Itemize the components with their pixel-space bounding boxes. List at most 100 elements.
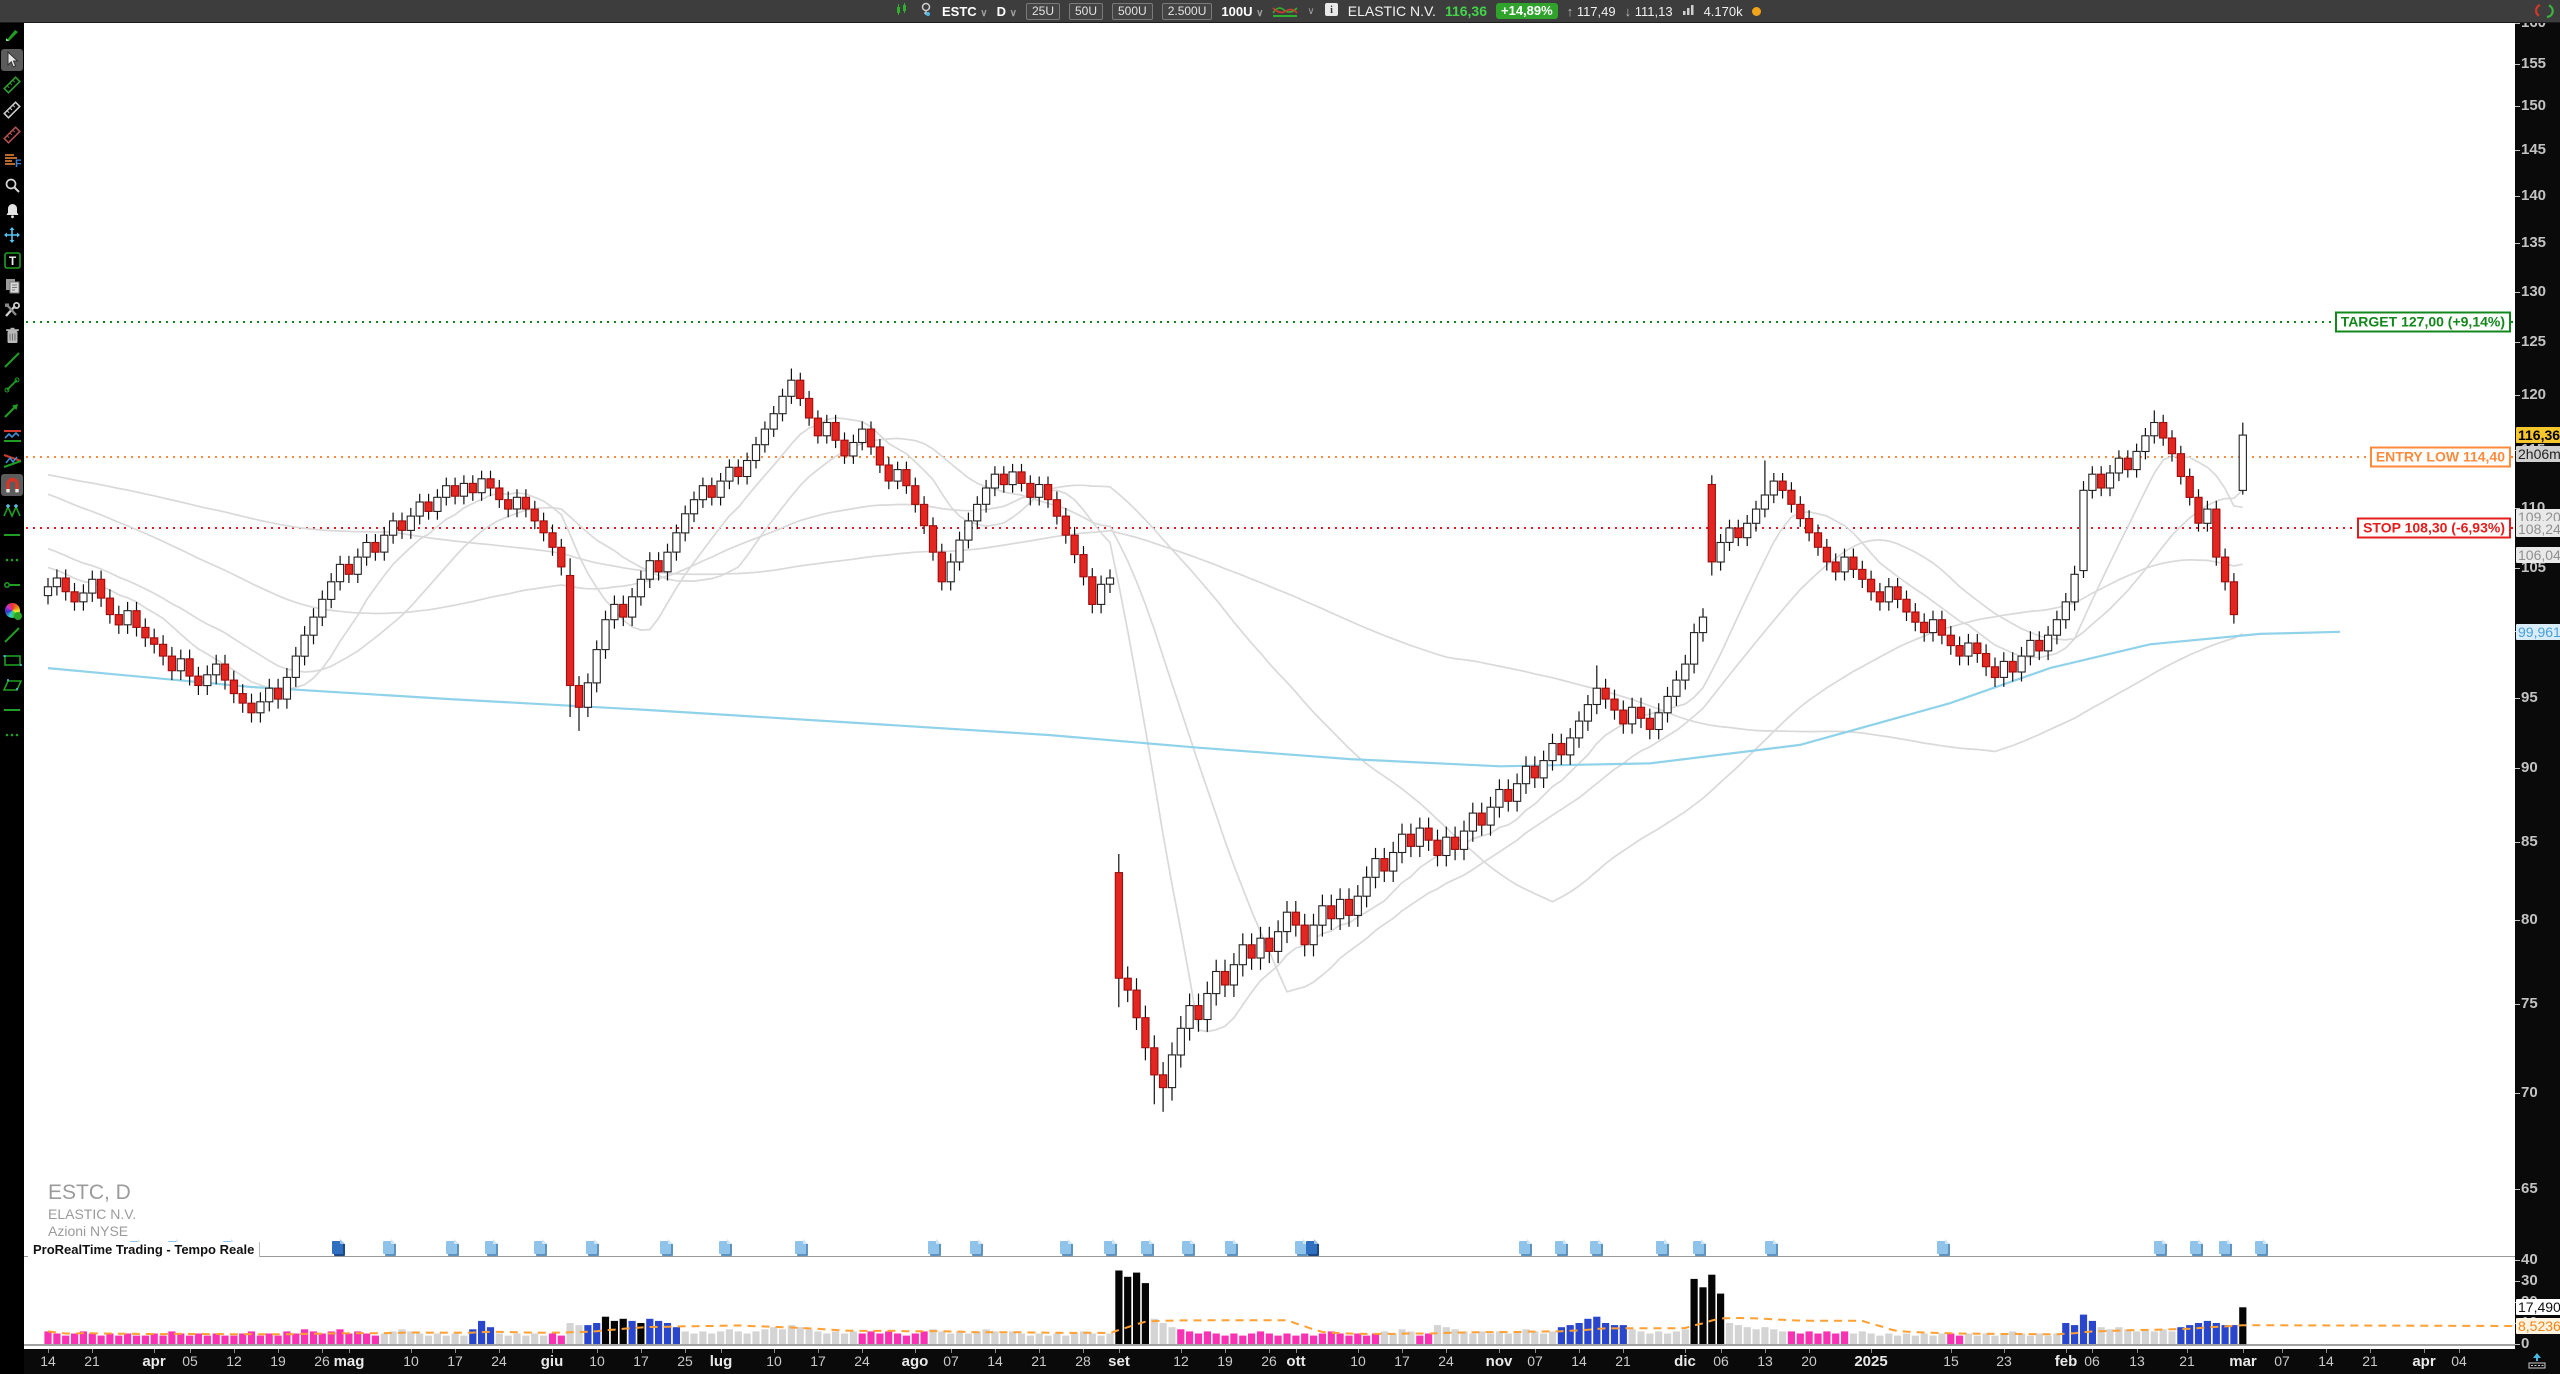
oblique-line-icon[interactable] bbox=[1, 624, 23, 646]
scroll-to-latest-icon[interactable] bbox=[2526, 1352, 2548, 1374]
ruler-light-icon[interactable] bbox=[1, 99, 23, 121]
chart-canvas[interactable] bbox=[0, 0, 2560, 1374]
triangle-pattern-icon[interactable] bbox=[1, 449, 23, 471]
axis-tick bbox=[2515, 698, 2520, 699]
news-doc-icon[interactable] bbox=[446, 1241, 457, 1254]
rectangle-tool-icon[interactable] bbox=[1, 649, 23, 671]
news-doc-icon[interactable] bbox=[1295, 1241, 1306, 1254]
indicator-config-icon[interactable]: F bbox=[1, 149, 23, 171]
date-label: 10 bbox=[766, 1353, 782, 1369]
date-label: 10 bbox=[403, 1353, 419, 1369]
date-axis[interactable]: 1421apr05121926mag101724giu101725lug1017… bbox=[24, 1349, 2560, 1374]
news-doc-icon[interactable] bbox=[719, 1241, 730, 1254]
units-25-button[interactable]: 25U bbox=[1026, 3, 1060, 20]
color-wheel-icon[interactable] bbox=[1, 599, 23, 621]
news-doc-icon[interactable] bbox=[1519, 1241, 1530, 1254]
cursor-icon[interactable] bbox=[1, 49, 23, 71]
axis-tick-label: 40 bbox=[2521, 1252, 2538, 1268]
ruler-green-icon[interactable] bbox=[1, 74, 23, 96]
draw-pencil-icon[interactable] bbox=[1, 24, 23, 46]
mini-candles-icon bbox=[895, 2, 910, 20]
ellipsis2-icon[interactable] bbox=[1, 724, 23, 746]
date-label: 12 bbox=[226, 1353, 242, 1369]
news-doc-icon[interactable] bbox=[586, 1241, 597, 1254]
news-doc-icon[interactable] bbox=[1656, 1241, 1667, 1254]
date-label: 10 bbox=[589, 1353, 605, 1369]
news-doc-icon[interactable] bbox=[2154, 1241, 2165, 1254]
news-doc-icon[interactable] bbox=[1937, 1241, 1948, 1254]
ruler-red-icon[interactable] bbox=[1, 124, 23, 146]
date-label: 14 bbox=[2318, 1353, 2334, 1369]
news-doc-icon[interactable] bbox=[1225, 1241, 1236, 1254]
news-doc-icon[interactable] bbox=[1590, 1241, 1601, 1254]
axis-tick-label: 70 bbox=[2521, 1085, 2538, 1101]
date-label: 24 bbox=[1438, 1353, 1454, 1369]
news-doc-icon[interactable] bbox=[2190, 1241, 2201, 1254]
news-doc-icon[interactable] bbox=[2219, 1241, 2230, 1254]
news-doc-icon[interactable] bbox=[534, 1241, 545, 1254]
horizontal-line-icon[interactable] bbox=[1, 524, 23, 546]
news-doc-icon[interactable] bbox=[1765, 1241, 1776, 1254]
timeframe-dropdown[interactable]: D ∨ bbox=[997, 4, 1017, 19]
tools-icon[interactable] bbox=[1, 299, 23, 321]
duplicate-icon[interactable] bbox=[1, 274, 23, 296]
date-label: giu bbox=[541, 1353, 564, 1370]
refresh-icon[interactable] bbox=[2534, 2, 2554, 25]
zoom-icon[interactable] bbox=[1, 174, 23, 196]
line2-icon[interactable] bbox=[1, 699, 23, 721]
axis-tick-label: 85 bbox=[2521, 834, 2538, 850]
date-label: 19 bbox=[1217, 1353, 1233, 1369]
news-doc-icon[interactable] bbox=[332, 1241, 343, 1254]
trend-line-icon[interactable] bbox=[1, 349, 23, 371]
text-tool-icon[interactable]: T bbox=[1, 249, 23, 271]
news-doc-icon[interactable] bbox=[1182, 1241, 1193, 1254]
news-doc-icon[interactable] bbox=[1555, 1241, 1566, 1254]
news-doc-icon[interactable] bbox=[485, 1241, 496, 1254]
news-doc-icon[interactable] bbox=[1141, 1241, 1152, 1254]
horizontal-ray-icon[interactable] bbox=[1, 574, 23, 596]
chart-style-icon[interactable] bbox=[1272, 2, 1298, 21]
news-doc-icon[interactable] bbox=[2255, 1241, 2266, 1254]
parallelogram-tool-icon[interactable] bbox=[1, 674, 23, 696]
news-doc-icon[interactable] bbox=[928, 1241, 939, 1254]
news-doc-icon[interactable] bbox=[383, 1241, 394, 1254]
drawing-toolbar: FT bbox=[0, 22, 24, 1374]
fractal-icon[interactable] bbox=[1, 499, 23, 521]
date-label: 13 bbox=[2129, 1353, 2145, 1369]
price-badge: 8,5236 bbox=[2516, 1318, 2560, 1334]
alert-bell-icon[interactable] bbox=[1, 199, 23, 221]
arrow-line-icon[interactable] bbox=[1, 399, 23, 421]
price-axis[interactable]: 1601551501451401351301251201151101051009… bbox=[2515, 22, 2560, 1349]
magnet-icon[interactable] bbox=[1, 474, 23, 496]
info-icon[interactable]: i bbox=[1324, 2, 1339, 20]
axis-tick-label: 75 bbox=[2521, 996, 2538, 1012]
price-badge: 17,490 bbox=[2516, 1299, 2560, 1315]
trash-icon[interactable] bbox=[1, 324, 23, 346]
entry-level-label[interactable]: ENTRY LOW 114,40 bbox=[2370, 447, 2511, 468]
news-doc-icon[interactable] bbox=[1306, 1241, 1317, 1254]
news-doc-icon[interactable] bbox=[1060, 1241, 1071, 1254]
units-selected-dropdown[interactable]: 100U ∨ bbox=[1221, 4, 1263, 19]
date-label: 17 bbox=[810, 1353, 826, 1369]
axis-tick bbox=[2515, 568, 2520, 569]
units-500-button[interactable]: 500U bbox=[1112, 3, 1153, 20]
axis-tick bbox=[2515, 23, 2520, 24]
pan-move-icon[interactable] bbox=[1, 224, 23, 246]
units-2500-button[interactable]: 2.500U bbox=[1162, 3, 1213, 20]
units-50-button[interactable]: 50U bbox=[1069, 3, 1103, 20]
target-level-label[interactable]: TARGET 127,00 (+9,14%) bbox=[2335, 312, 2511, 333]
symbol-dropdown[interactable]: ESTC ∨ bbox=[942, 4, 988, 19]
news-doc-icon[interactable] bbox=[795, 1241, 806, 1254]
news-doc-icon[interactable] bbox=[1104, 1241, 1115, 1254]
ellipsis-icon[interactable] bbox=[1, 549, 23, 571]
link-chart-icon[interactable] bbox=[919, 2, 933, 20]
axis-tick-label: 145 bbox=[2521, 142, 2546, 158]
segment-icon[interactable] bbox=[1, 374, 23, 396]
channel-icon[interactable] bbox=[1, 424, 23, 446]
style-dropdown-icon[interactable]: ∨ bbox=[1307, 6, 1314, 17]
news-doc-icon[interactable] bbox=[970, 1241, 981, 1254]
news-doc-icon[interactable] bbox=[660, 1241, 671, 1254]
news-doc-icon[interactable] bbox=[1693, 1241, 1704, 1254]
svg-text:i: i bbox=[1330, 5, 1333, 16]
stop-level-label[interactable]: STOP 108,30 (-6,93%) bbox=[2357, 518, 2511, 539]
